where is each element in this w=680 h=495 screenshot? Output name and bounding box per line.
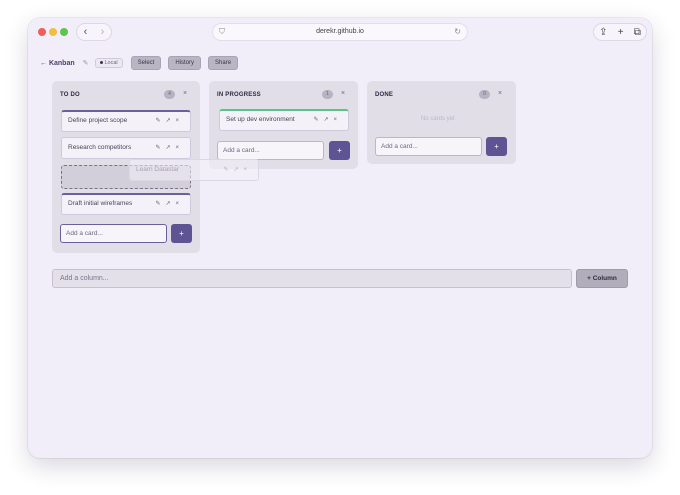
- card-label: Define project scope: [68, 117, 128, 124]
- nav-buttons: ‹ ›: [76, 23, 112, 41]
- card-draft-initial-wireframes[interactable]: Draft initial wireframes ✎↗×: [61, 193, 191, 215]
- column-close-icon[interactable]: ×: [341, 90, 345, 97]
- card-actions-icons[interactable]: ✎↗×: [155, 195, 184, 213]
- dragging-card-ghost[interactable]: Learn Datastar ✎↗×: [129, 159, 259, 181]
- address-bar[interactable]: ⛉ derekr.github.io ↻: [212, 23, 468, 41]
- add-column-input[interactable]: Add a column...: [52, 269, 572, 288]
- add-card-button[interactable]: +: [329, 141, 350, 160]
- add-card-button[interactable]: +: [171, 224, 192, 243]
- column-count-badge: 4: [164, 90, 175, 99]
- column-title: DONE: [375, 92, 394, 98]
- back-to-kanban-link[interactable]: ← Kanban: [40, 60, 75, 67]
- select-button[interactable]: Select: [130, 56, 162, 70]
- add-card-input[interactable]: Add a card...: [375, 137, 482, 156]
- card-set-up-dev-environment[interactable]: Set up dev environment ✎↗×: [219, 109, 349, 131]
- board-toolbar: ← Kanban ✎ Local Select History Share: [40, 56, 245, 70]
- edit-board-name-icon[interactable]: ✎: [83, 59, 89, 67]
- card-label: Set up dev environment: [226, 116, 295, 123]
- card-define-project-scope[interactable]: Define project scope ✎↗×: [61, 110, 191, 132]
- status-dot-icon: [99, 61, 103, 65]
- local-badge-label: Local: [104, 60, 118, 66]
- share-button[interactable]: Share: [208, 56, 239, 70]
- add-card-button[interactable]: +: [486, 137, 507, 156]
- minimize-window-button[interactable]: [49, 28, 57, 36]
- card-actions-icons[interactable]: ✎↗×: [155, 112, 184, 130]
- browser-window: ‹ › ⛉ derekr.github.io ↻ ⇪ + ⧉ ← Kanban …: [28, 18, 652, 458]
- card-actions-icons[interactable]: ✎↗×: [155, 138, 184, 158]
- card-research-competitors[interactable]: Research competitors ✎↗×: [61, 137, 191, 159]
- column-title: TO DO: [60, 92, 80, 98]
- share-icon[interactable]: ⇪: [599, 27, 607, 38]
- column-done: DONE 0 × No cards yet Add a card... +: [367, 81, 516, 164]
- column-count-badge: 1: [322, 90, 333, 99]
- add-card-input[interactable]: Add a card...: [217, 141, 324, 160]
- new-tab-icon[interactable]: +: [618, 27, 624, 38]
- title-bar: ‹ › ⛉ derekr.github.io ↻ ⇪ + ⧉: [28, 18, 652, 46]
- tabs-overview-icon[interactable]: ⧉: [634, 27, 641, 38]
- add-card-input[interactable]: Add a card...: [60, 224, 167, 243]
- zoom-window-button[interactable]: [60, 28, 68, 36]
- shield-icon: ⛉: [219, 27, 225, 36]
- column-close-icon[interactable]: ×: [498, 90, 502, 97]
- column-title: IN PROGRESS: [217, 92, 261, 98]
- forward-icon[interactable]: ›: [101, 26, 105, 38]
- card-actions-icons[interactable]: ✎↗×: [313, 111, 342, 129]
- window-actions: ⇪ + ⧉: [593, 23, 647, 41]
- history-button[interactable]: History: [168, 56, 202, 70]
- add-column-button[interactable]: + Column: [576, 269, 628, 288]
- url-text: derekr.github.io: [316, 28, 364, 35]
- card-label: Learn Datastar: [136, 166, 179, 173]
- back-icon[interactable]: ‹: [84, 26, 88, 38]
- local-status-badge: Local: [94, 58, 123, 68]
- card-label: Draft initial wireframes: [68, 200, 133, 207]
- column-in-progress: IN PROGRESS 1 × Set up dev environment ✎…: [209, 81, 358, 169]
- column-count-badge: 0: [479, 90, 490, 99]
- empty-column-text: No cards yet: [421, 116, 455, 122]
- reload-icon[interactable]: ↻: [454, 24, 461, 40]
- column-close-icon[interactable]: ×: [183, 90, 187, 97]
- card-actions-icons: ✎↗×: [223, 167, 252, 173]
- close-window-button[interactable]: [38, 28, 46, 36]
- card-label: Research competitors: [68, 144, 132, 151]
